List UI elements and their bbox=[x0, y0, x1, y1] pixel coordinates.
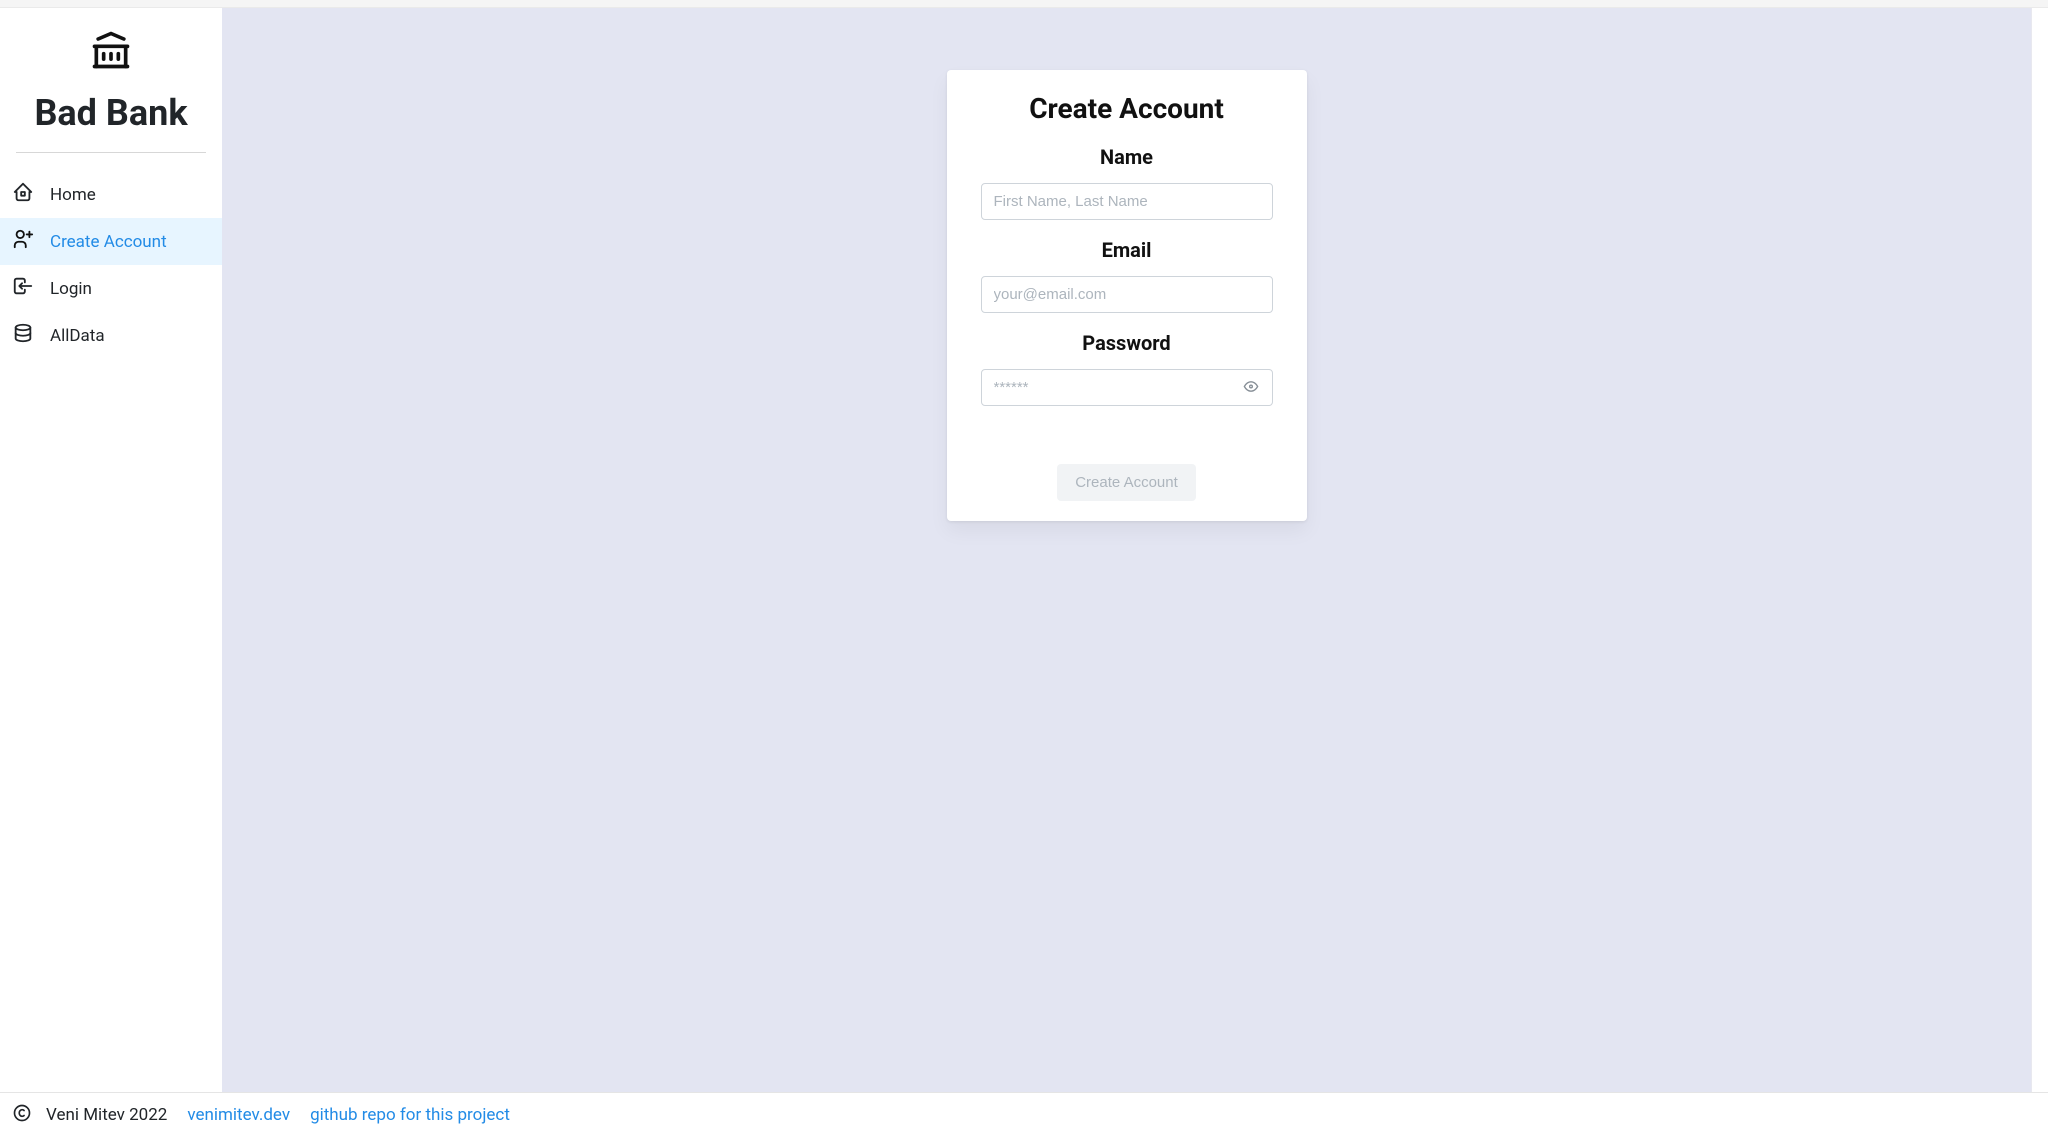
top-bar bbox=[0, 0, 2048, 8]
create-account-card: Create Account Name Email Password Crea bbox=[947, 70, 1307, 521]
password-wrap bbox=[981, 369, 1273, 406]
logo-wrap bbox=[0, 28, 222, 76]
sidebar-nav: Home Create Account bbox=[0, 171, 222, 359]
database-icon bbox=[12, 322, 34, 349]
sidebar-item-label: Create Account bbox=[50, 232, 167, 252]
home-icon bbox=[12, 181, 34, 208]
card-title: Create Account bbox=[981, 92, 1273, 125]
sidebar-divider bbox=[16, 152, 206, 153]
name-input[interactable] bbox=[981, 183, 1273, 220]
sidebar: Bad Bank Home bbox=[0, 8, 222, 1092]
right-gutter bbox=[2032, 8, 2048, 1092]
login-icon bbox=[12, 275, 34, 302]
footer-link-repo[interactable]: github repo for this project bbox=[310, 1105, 510, 1125]
sidebar-item-login[interactable]: Login bbox=[0, 265, 222, 312]
email-input[interactable] bbox=[981, 276, 1273, 313]
email-label: Email bbox=[981, 238, 1273, 262]
create-account-button[interactable]: Create Account bbox=[1057, 464, 1196, 501]
sidebar-item-label: Login bbox=[50, 279, 92, 299]
eye-icon bbox=[1243, 378, 1259, 397]
password-label: Password bbox=[981, 331, 1273, 355]
footer-copyright-text: Veni Mitev 2022 bbox=[46, 1105, 167, 1125]
copyright-icon bbox=[12, 1103, 32, 1128]
sidebar-item-home[interactable]: Home bbox=[0, 171, 222, 218]
main-container: Bad Bank Home bbox=[0, 8, 2048, 1092]
app-title: Bad Bank bbox=[0, 80, 222, 152]
content-area: Create Account Name Email Password Crea bbox=[222, 8, 2032, 1092]
toggle-password-visibility-button[interactable] bbox=[1239, 374, 1263, 401]
footer-copyright-wrap: Veni Mitev 2022 bbox=[12, 1103, 167, 1128]
user-plus-icon bbox=[12, 228, 34, 255]
sidebar-item-create-account[interactable]: Create Account bbox=[0, 218, 222, 265]
footer-link-site[interactable]: venimitev.dev bbox=[187, 1105, 290, 1125]
sidebar-item-alldata[interactable]: AllData bbox=[0, 312, 222, 359]
sidebar-item-label: AllData bbox=[50, 326, 105, 346]
sidebar-item-label: Home bbox=[50, 185, 96, 205]
bank-icon bbox=[89, 28, 133, 76]
footer: Veni Mitev 2022 venimitev.dev github rep… bbox=[0, 1092, 2048, 1137]
name-label: Name bbox=[981, 145, 1273, 169]
password-input[interactable] bbox=[981, 369, 1273, 406]
